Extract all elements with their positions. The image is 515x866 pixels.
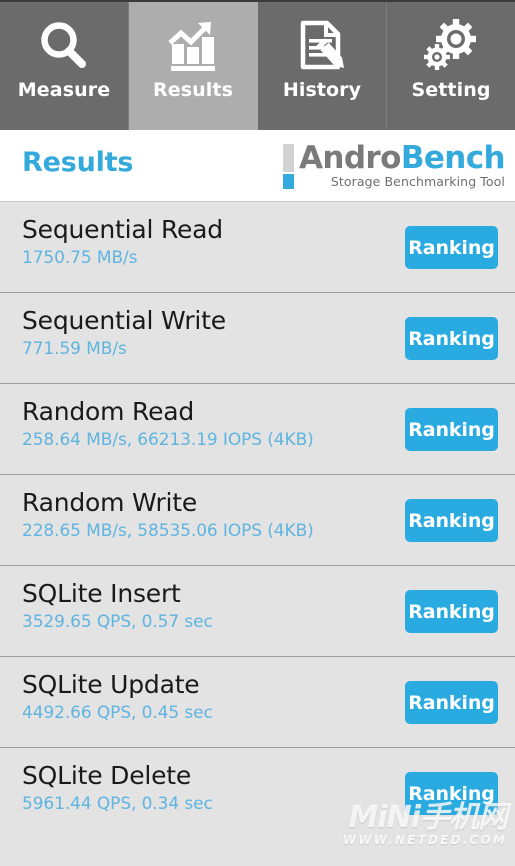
main-tab-bar: Measure Results History Setting [0, 0, 515, 130]
result-row: Random Read 258.64 MB/s, 66213.19 IOPS (… [0, 384, 515, 475]
ranking-button[interactable]: Ranking [405, 772, 498, 815]
logo-tagline: Storage Benchmarking Tool [330, 174, 505, 189]
logo-bars-icon [282, 142, 294, 189]
ranking-button[interactable]: Ranking [405, 226, 498, 269]
result-texts: SQLite Delete 5961.44 QPS, 0.34 sec [22, 760, 213, 816]
logo-wordmark: AndroBench [298, 140, 506, 176]
result-row: SQLite Insert 3529.65 QPS, 0.57 sec Rank… [0, 566, 515, 657]
tab-measure[interactable]: Measure [0, 2, 129, 130]
result-value: 771.59 MB/s [22, 339, 127, 359]
result-texts: Sequential Write 771.59 MB/s [22, 305, 226, 361]
result-name: Sequential Read [22, 215, 223, 244]
result-value: 258.64 MB/s, 66213.19 IOPS (4KB) [22, 430, 314, 450]
result-texts: Random Read 258.64 MB/s, 66213.19 IOPS (… [22, 396, 314, 452]
logo-word-andro: Andro [298, 140, 401, 176]
page-header: Results AndroBench Storage Benchmarking … [0, 130, 515, 202]
result-value: 228.65 MB/s, 58535.06 IOPS (4KB) [22, 521, 314, 541]
result-row: Sequential Read 1750.75 MB/s Ranking [0, 202, 515, 293]
result-row: Random Write 228.65 MB/s, 58535.06 IOPS … [0, 475, 515, 566]
tab-history[interactable]: History [258, 2, 387, 130]
result-name: SQLite Delete [22, 761, 192, 790]
bar-chart-arrow-icon [162, 15, 224, 77]
result-value: 3529.65 QPS, 0.57 sec [22, 612, 213, 632]
logo-word-bench: Bench [400, 140, 506, 176]
tab-setting[interactable]: Setting [387, 2, 515, 130]
result-row: SQLite Delete 5961.44 QPS, 0.34 sec Rank… [0, 748, 515, 839]
document-pencil-icon [291, 15, 353, 77]
logo-text: AndroBench Storage Benchmarking Tool [298, 140, 506, 189]
result-row: SQLite Update 4492.66 QPS, 0.45 sec Rank… [0, 657, 515, 748]
result-name: Random Write [22, 488, 198, 517]
result-row: Sequential Write 771.59 MB/s Ranking [0, 293, 515, 384]
result-name: Sequential Write [22, 306, 226, 335]
result-texts: SQLite Insert 3529.65 QPS, 0.57 sec [22, 578, 213, 634]
ranking-button[interactable]: Ranking [405, 408, 498, 451]
tab-setting-label: Setting [411, 79, 491, 101]
result-value: 4492.66 QPS, 0.45 sec [22, 703, 213, 723]
logo-bar-blue [282, 174, 294, 189]
androbench-logo: AndroBench Storage Benchmarking Tool [282, 140, 506, 189]
tab-measure-label: Measure [17, 79, 111, 101]
result-texts: SQLite Update 4492.66 QPS, 0.45 sec [22, 669, 213, 725]
tab-results[interactable]: Results [129, 2, 258, 130]
result-texts: Sequential Read 1750.75 MB/s [22, 214, 223, 270]
result-value: 1750.75 MB/s [22, 248, 138, 268]
result-texts: Random Write 228.65 MB/s, 58535.06 IOPS … [22, 487, 314, 543]
ranking-button[interactable]: Ranking [405, 590, 498, 633]
ranking-button[interactable]: Ranking [405, 681, 498, 724]
page-title: Results [22, 147, 134, 178]
result-value: 5961.44 QPS, 0.34 sec [22, 794, 213, 814]
magnifier-icon [33, 15, 95, 77]
tab-results-label: Results [153, 79, 233, 101]
ranking-button[interactable]: Ranking [405, 317, 498, 360]
gears-icon [420, 15, 482, 77]
result-name: SQLite Update [22, 670, 200, 699]
ranking-button[interactable]: Ranking [405, 499, 498, 542]
tab-history-label: History [282, 79, 362, 101]
results-list: Sequential Read 1750.75 MB/s Ranking Seq… [0, 202, 515, 839]
result-name: Random Read [22, 397, 195, 426]
result-name: SQLite Insert [22, 579, 181, 608]
logo-bar-gray [282, 144, 294, 172]
androbench-app: Measure Results History Setting Results … [0, 0, 515, 866]
